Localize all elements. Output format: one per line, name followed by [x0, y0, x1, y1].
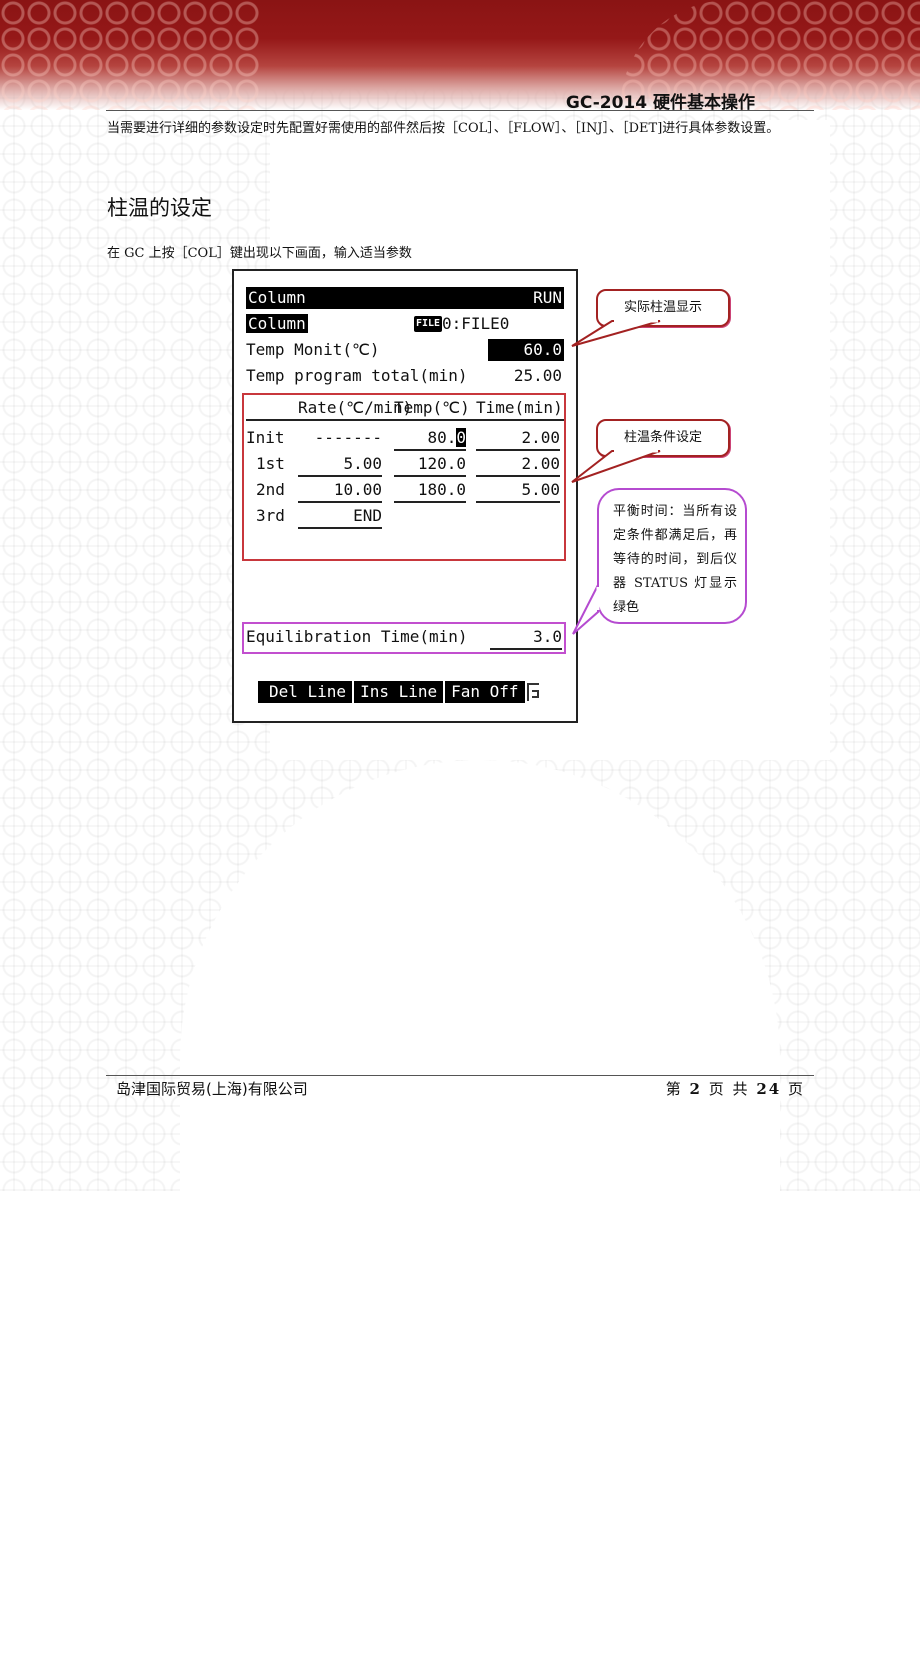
- ins-line-softkey[interactable]: Ins Line: [352, 681, 444, 703]
- lcd-subtitle: Column: [246, 314, 308, 333]
- page-suffix: 页: [787, 1080, 805, 1098]
- header-divider: [106, 110, 814, 111]
- header-banner: [0, 0, 920, 110]
- instruction-text: 在 GC 上按［COL］键出现以下画面，输入适当参数: [107, 246, 412, 261]
- temp-monit-value: 60.0: [488, 339, 564, 361]
- del-line-softkey[interactable]: Del Line: [260, 681, 353, 703]
- temp-cell[interactable]: 120.0: [394, 453, 466, 477]
- column-header-temp: Temp(℃): [394, 398, 470, 417]
- table-row: 2nd 10.00 180.0 5.00: [246, 479, 564, 503]
- row-label: 1st: [256, 454, 285, 473]
- lcd-title-bar: Column RUN: [246, 287, 564, 309]
- gc-lcd-screen: Column RUN Column FILE 0:FILE0 Temp Moni…: [232, 269, 578, 723]
- row-label: 3rd: [256, 506, 285, 525]
- temp-cell[interactable]: 80.0: [394, 427, 466, 451]
- page-current: 2: [689, 1080, 702, 1098]
- footer-page-number: 第 2 页 共 24 页: [666, 1078, 805, 1099]
- row-label: Init: [246, 428, 285, 447]
- callout-temp-conditions: 柱温条件设定: [596, 419, 730, 457]
- temp-total-value: 25.00: [513, 366, 562, 385]
- time-cell[interactable]: 2.00: [476, 427, 560, 451]
- callout-equilibration: 平衡时间：当所有设定条件都满足后，再等待的时间，到后仪器 STATUS 灯显示绿…: [597, 488, 747, 624]
- row-label: 2nd: [256, 480, 285, 499]
- page-total: 24: [756, 1080, 782, 1098]
- temp-monit-row: Temp Monit(℃) 60.0: [246, 339, 564, 361]
- fan-off-softkey[interactable]: Fan Off: [443, 681, 525, 703]
- softkey-bar: Del Line Ins Line Fan Off: [260, 681, 539, 703]
- time-cell[interactable]: 5.00: [476, 479, 560, 503]
- temp-cell[interactable]: 180.0: [394, 479, 466, 503]
- table-row: 3rd END: [246, 505, 564, 529]
- equilibration-value[interactable]: 3.0: [490, 626, 562, 650]
- rate-cell[interactable]: 5.00: [298, 453, 382, 477]
- lcd-status: RUN: [533, 288, 562, 307]
- equilibration-label: Equilibration Time(min): [246, 627, 468, 646]
- lcd-title: Column: [248, 288, 306, 307]
- rate-cell: -------: [314, 428, 382, 447]
- rate-cell[interactable]: END: [298, 505, 382, 529]
- footer-divider: [106, 1075, 814, 1076]
- file-name: 0:FILE0: [442, 314, 510, 333]
- rate-cell[interactable]: 10.00: [298, 479, 382, 503]
- temp-value: 80.: [427, 428, 457, 447]
- background-arch: [180, 760, 780, 1660]
- temp-monit-label: Temp Monit(℃): [246, 340, 380, 359]
- page-prefix: 第: [665, 1080, 683, 1098]
- temp-total-label: Temp program total(min): [246, 366, 468, 385]
- intro-paragraph: 当需要进行详细的参数设定时先配置好需使用的部件然后按［COL］、［FLOW］、［…: [107, 121, 780, 136]
- program-table-header: Rate(℃/min) Temp(℃) Time(min): [246, 397, 564, 421]
- table-row: 1st 5.00 120.0 2.00: [246, 453, 564, 477]
- file-icon: FILE: [414, 316, 443, 332]
- equilibration-row: Equilibration Time(min) 3.0: [246, 626, 564, 650]
- section-title: 柱温的设定: [107, 196, 212, 220]
- next-page-icon[interactable]: [526, 683, 539, 701]
- callout-actual-temp: 实际柱温显示: [596, 289, 730, 327]
- temp-total-row: Temp program total(min) 25.00: [246, 365, 564, 387]
- table-row: Init ------- 80.0 2.00: [246, 427, 564, 451]
- column-header-time: Time(min): [476, 398, 563, 417]
- footer-company: 岛津国际贸易(上海)有限公司: [116, 1080, 308, 1098]
- edit-cursor: 0: [456, 428, 466, 447]
- time-cell[interactable]: 2.00: [476, 453, 560, 477]
- lcd-sub-bar: Column FILE 0:FILE0: [246, 313, 564, 335]
- page-mid: 页 共: [708, 1080, 750, 1098]
